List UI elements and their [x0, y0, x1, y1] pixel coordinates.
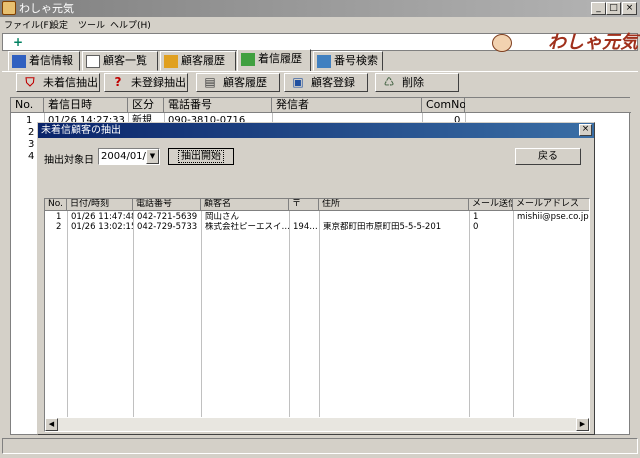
menu-tools[interactable]: ツール	[78, 18, 105, 31]
cell-zip: 194…	[293, 222, 318, 232]
app-icon	[2, 1, 16, 15]
delete-button[interactable]: ♺ 削除	[375, 73, 459, 92]
tab-customer-history[interactable]: 顧客履歴	[160, 51, 236, 71]
cell-datetime: 01/26 13:02:15	[71, 222, 133, 232]
dialog-title: 未着信顧客の抽出	[41, 125, 121, 136]
column-divider	[201, 211, 202, 417]
add-icon[interactable]: +	[11, 35, 25, 49]
list-icon	[86, 55, 100, 68]
column-header-phone[interactable]: 電話番号	[164, 98, 272, 113]
menu-settings[interactable]: 設定	[50, 18, 68, 31]
customer-history-button[interactable]: ▤ 顧客履歴	[196, 73, 280, 92]
column-divider	[67, 211, 68, 417]
history-icon	[241, 53, 255, 66]
column-header-caller[interactable]: 発信者	[272, 98, 422, 113]
column-header-zip[interactable]: 〒	[289, 199, 319, 211]
cell-no: 2	[28, 127, 35, 138]
shield-icon: ⛉	[25, 75, 35, 89]
cell-datetime: 01/26 11:47:48	[71, 212, 133, 222]
title-bar: わしゃ元気 _ □ ×	[0, 0, 640, 17]
extract-unregistered-button[interactable]: ? 未登録抽出	[104, 73, 188, 92]
column-divider	[513, 211, 514, 417]
column-header-name[interactable]: 顧客名	[201, 199, 289, 211]
cell-no: 4	[28, 151, 35, 162]
tab-panel-edge	[2, 71, 638, 72]
column-header-kubun[interactable]: 区分	[128, 98, 164, 113]
cell-mail-send: 0	[473, 222, 479, 232]
tab-customer-list[interactable]: 顧客一覧	[82, 51, 158, 71]
extract-dialog: 未着信顧客の抽出 × 抽出対象日 2004/01/26 ▼ 抽出開始 戻る No…	[37, 122, 595, 435]
cell-no: 1	[56, 212, 62, 222]
phone-icon	[12, 55, 26, 68]
column-header-datetime[interactable]: 着信日時	[44, 98, 128, 113]
register-customer-button[interactable]: ▣ 顧客登録	[284, 73, 368, 92]
question-icon: ?	[114, 75, 122, 89]
status-bar	[2, 438, 638, 454]
extract-missed-button[interactable]: ⛉ 未着信抽出	[16, 73, 100, 92]
menu-file[interactable]: ファイル(F)	[4, 18, 52, 31]
date-label: 抽出対象日	[44, 155, 94, 166]
cell-phone: 042-729-5733	[137, 222, 198, 232]
back-button[interactable]: 戻る	[515, 148, 581, 165]
scroll-right-icon[interactable]: ▶	[576, 418, 589, 431]
dialog-close-button[interactable]: ×	[579, 124, 592, 136]
menu-bar: ファイル(F) 設定 ツール ヘルプ(H)	[0, 17, 640, 32]
column-divider	[469, 211, 470, 417]
cell-no: 1	[26, 115, 33, 126]
date-select[interactable]: 2004/01/26 ▼	[98, 148, 160, 165]
extract-results-table[interactable]: No. 日付/時刻 電話番号 顧客名 〒 住所 メール送信 メールアドレス 1 …	[44, 198, 590, 432]
column-header-spacer	[465, 98, 631, 113]
cell-email: mishii@pse.co.jp	[517, 212, 589, 222]
scroll-left-icon[interactable]: ◀	[45, 418, 58, 431]
column-header-phone[interactable]: 電話番号	[133, 199, 201, 211]
horizontal-scrollbar[interactable]: ◀ ▶	[45, 418, 589, 431]
close-button[interactable]: ×	[622, 2, 637, 15]
tab-incoming-history[interactable]: 着信履歴	[237, 49, 311, 72]
search-icon	[317, 55, 331, 68]
dialog-title-bar: 未着信顧客の抽出 ×	[38, 123, 594, 138]
column-header-comno[interactable]: ComNo	[422, 98, 466, 113]
books-icon	[164, 55, 178, 68]
column-header-datetime[interactable]: 日付/時刻	[67, 199, 133, 211]
chevron-down-icon[interactable]: ▼	[146, 149, 159, 164]
save-icon: ▣	[292, 75, 304, 89]
menu-help[interactable]: ヘルプ(H)	[110, 18, 151, 31]
tab-incoming-info[interactable]: 着信情報	[8, 51, 80, 71]
window-title: わしゃ元気	[19, 2, 74, 15]
start-extract-button[interactable]: 抽出開始	[168, 148, 234, 165]
column-header-address[interactable]: 住所	[319, 199, 469, 211]
cell-name: 岡山さん	[205, 212, 240, 222]
cell-phone: 042-721-5639	[137, 212, 198, 222]
column-header-mail-send[interactable]: メール送信	[469, 199, 513, 211]
document-icon: ▤	[204, 75, 216, 89]
column-divider	[289, 211, 290, 417]
cell-no: 3	[28, 139, 35, 150]
app-logo: わしゃ元気	[548, 32, 638, 53]
minimize-button[interactable]: _	[591, 2, 606, 15]
cell-no: 2	[56, 222, 62, 232]
column-header-no[interactable]: No.	[45, 199, 67, 211]
column-divider	[133, 211, 134, 417]
column-header-no[interactable]: No.	[11, 98, 44, 113]
cell-address: 東京都町田市原町田5-5-5-201	[323, 222, 442, 232]
column-divider	[319, 211, 320, 417]
maximize-button[interactable]: □	[606, 2, 621, 15]
cell-name: 株式会社ピーエスイ…	[205, 222, 289, 232]
tab-number-search[interactable]: 番号検索	[313, 51, 383, 71]
column-header-email[interactable]: メールアドレス	[513, 199, 589, 211]
cell-mail-send: 1	[473, 212, 479, 222]
trash-icon: ♺	[383, 75, 395, 89]
